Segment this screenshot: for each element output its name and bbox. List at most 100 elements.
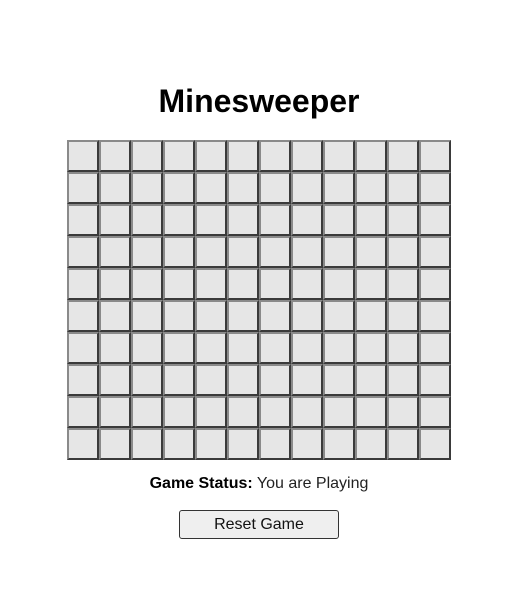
board-cell[interactable] (195, 204, 227, 236)
board-cell[interactable] (323, 428, 355, 460)
board-cell[interactable] (67, 236, 99, 268)
board-cell[interactable] (355, 236, 387, 268)
board-cell[interactable] (195, 364, 227, 396)
board-cell[interactable] (419, 364, 451, 396)
board-cell[interactable] (291, 396, 323, 428)
board-cell[interactable] (195, 268, 227, 300)
board-cell[interactable] (387, 364, 419, 396)
board-cell[interactable] (291, 140, 323, 172)
board-cell[interactable] (323, 236, 355, 268)
board-cell[interactable] (67, 140, 99, 172)
board-cell[interactable] (387, 396, 419, 428)
board-cell[interactable] (323, 268, 355, 300)
board-cell[interactable] (419, 140, 451, 172)
board-cell[interactable] (195, 300, 227, 332)
board-cell[interactable] (99, 140, 131, 172)
board-cell[interactable] (163, 140, 195, 172)
board-cell[interactable] (99, 364, 131, 396)
board-cell[interactable] (355, 300, 387, 332)
board-cell[interactable] (99, 428, 131, 460)
board-cell[interactable] (323, 140, 355, 172)
board-cell[interactable] (355, 204, 387, 236)
board-cell[interactable] (419, 300, 451, 332)
board-cell[interactable] (67, 172, 99, 204)
board-cell[interactable] (227, 332, 259, 364)
board-cell[interactable] (195, 236, 227, 268)
board-cell[interactable] (131, 332, 163, 364)
board-cell[interactable] (355, 172, 387, 204)
board-cell[interactable] (163, 332, 195, 364)
board-cell[interactable] (227, 140, 259, 172)
board-cell[interactable] (163, 236, 195, 268)
board-cell[interactable] (259, 364, 291, 396)
board-cell[interactable] (419, 268, 451, 300)
board-cell[interactable] (355, 268, 387, 300)
board-cell[interactable] (387, 268, 419, 300)
board-cell[interactable] (99, 204, 131, 236)
reset-game-button[interactable]: Reset Game (179, 510, 339, 539)
board-cell[interactable] (259, 268, 291, 300)
board-cell[interactable] (227, 300, 259, 332)
board-cell[interactable] (227, 204, 259, 236)
board-cell[interactable] (291, 236, 323, 268)
board-cell[interactable] (131, 268, 163, 300)
board-cell[interactable] (163, 268, 195, 300)
board-cell[interactable] (163, 204, 195, 236)
board-cell[interactable] (131, 204, 163, 236)
board-cell[interactable] (259, 236, 291, 268)
board-cell[interactable] (67, 332, 99, 364)
board-cell[interactable] (419, 204, 451, 236)
board-cell[interactable] (99, 332, 131, 364)
board-cell[interactable] (291, 332, 323, 364)
board-cell[interactable] (259, 428, 291, 460)
board-cell[interactable] (387, 332, 419, 364)
board-cell[interactable] (227, 268, 259, 300)
board-cell[interactable] (291, 364, 323, 396)
board-cell[interactable] (131, 172, 163, 204)
board-cell[interactable] (387, 140, 419, 172)
board-cell[interactable] (259, 204, 291, 236)
board-cell[interactable] (323, 396, 355, 428)
board-cell[interactable] (131, 140, 163, 172)
board-cell[interactable] (67, 204, 99, 236)
board-cell[interactable] (67, 364, 99, 396)
board-cell[interactable] (227, 364, 259, 396)
board-cell[interactable] (355, 396, 387, 428)
board-cell[interactable] (419, 396, 451, 428)
board-cell[interactable] (323, 332, 355, 364)
board-cell[interactable] (259, 140, 291, 172)
board-cell[interactable] (195, 140, 227, 172)
board-cell[interactable] (355, 428, 387, 460)
board-cell[interactable] (227, 236, 259, 268)
board-cell[interactable] (67, 268, 99, 300)
board-cell[interactable] (291, 268, 323, 300)
board-cell[interactable] (163, 172, 195, 204)
board-cell[interactable] (227, 428, 259, 460)
board-cell[interactable] (67, 428, 99, 460)
board-cell[interactable] (163, 364, 195, 396)
board-cell[interactable] (419, 428, 451, 460)
board-cell[interactable] (387, 300, 419, 332)
board-cell[interactable] (131, 396, 163, 428)
board-cell[interactable] (419, 172, 451, 204)
board-cell[interactable] (387, 204, 419, 236)
board-cell[interactable] (131, 428, 163, 460)
board-cell[interactable] (163, 300, 195, 332)
board-cell[interactable] (227, 396, 259, 428)
board-cell[interactable] (323, 300, 355, 332)
board-cell[interactable] (131, 236, 163, 268)
board-cell[interactable] (195, 332, 227, 364)
board-cell[interactable] (195, 172, 227, 204)
board-cell[interactable] (259, 172, 291, 204)
board-cell[interactable] (99, 300, 131, 332)
board-cell[interactable] (99, 396, 131, 428)
board-cell[interactable] (387, 236, 419, 268)
board-cell[interactable] (259, 396, 291, 428)
board-cell[interactable] (163, 396, 195, 428)
board-cell[interactable] (227, 172, 259, 204)
board-cell[interactable] (419, 332, 451, 364)
board-cell[interactable] (387, 428, 419, 460)
board-cell[interactable] (355, 332, 387, 364)
board-cell[interactable] (67, 300, 99, 332)
board-cell[interactable] (323, 204, 355, 236)
